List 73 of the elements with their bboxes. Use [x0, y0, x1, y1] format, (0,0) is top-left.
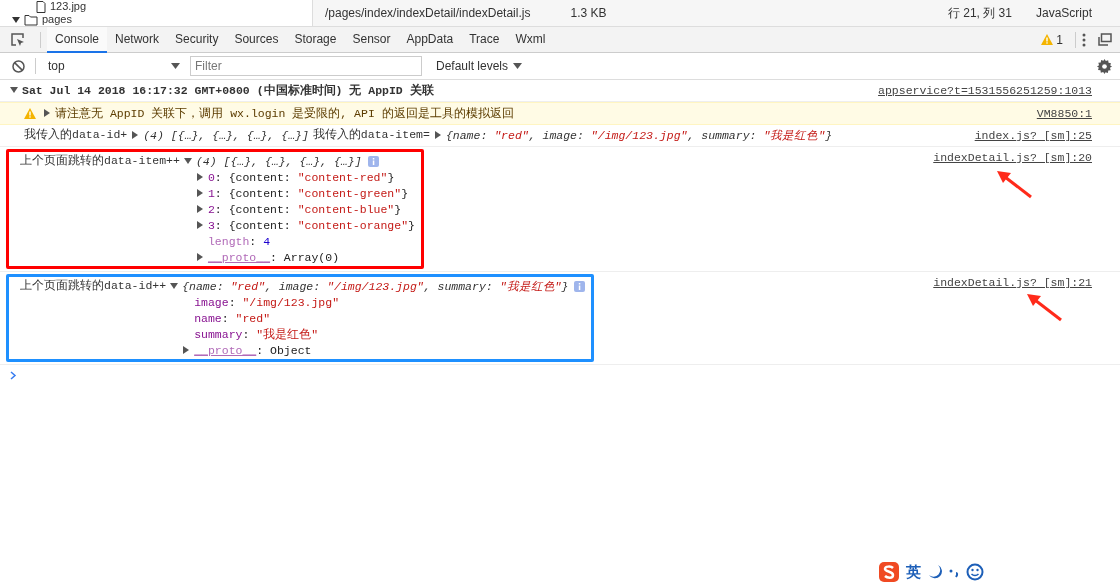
group-title: Sat Jul 14 2018 16:17:32 GMT+0800 (中国标准时间) 无 AppID 关联: [22, 82, 434, 98]
property-row: __proto__: Array(0): [207, 250, 340, 264]
levels-dropdown[interactable]: Default levels: [430, 58, 529, 74]
collapsed-arrow-icon[interactable]: [195, 205, 204, 213]
log-label: 我传入的data-item=: [312, 127, 430, 143]
clear-console-icon[interactable]: [12, 59, 25, 73]
property-row: 2: {content: "content-blue"}: [207, 202, 402, 216]
devtools-tab[interactable]: Sensor: [344, 26, 399, 53]
prompt-icon: [10, 371, 17, 380]
property-row: 1: {content: "content-green"}: [207, 186, 409, 200]
devtools-tab[interactable]: Wxml: [507, 26, 554, 53]
source-link[interactable]: indexDetail.js? [sm]:21: [933, 275, 1092, 291]
collapsed-arrow-icon[interactable]: [131, 131, 140, 139]
source-link[interactable]: indexDetail.js? [sm]:20: [933, 150, 1092, 166]
tree-item[interactable]: 123.jpg: [50, 0, 87, 13]
devtools-tab[interactable]: AppData: [398, 26, 462, 53]
dropdown-arrow-icon: [171, 63, 180, 69]
log-label: 上个页面跳转的data-item++: [20, 153, 180, 169]
property-row: name: "red": [194, 311, 271, 325]
property-row: 3: {content: "content-orange"}: [207, 218, 415, 232]
file-icon: [36, 0, 46, 13]
collapsed-arrow-icon[interactable]: [43, 109, 51, 117]
cursor-position: 行 21, 列 31: [947, 4, 1012, 22]
collapsed-arrow-icon[interactable]: [433, 131, 442, 139]
devtools-tab[interactable]: Console: [47, 26, 108, 53]
log-label: 上个页面跳转的data-id++: [20, 278, 167, 294]
dropdown-arrow-icon: [513, 63, 523, 69]
object-preview[interactable]: {name: "red", image: "/img/123.jpg", summary: "我是红色"}: [182, 278, 569, 294]
undock-icon[interactable]: [1098, 33, 1112, 46]
language-label: JavaScript: [1035, 6, 1092, 20]
language-mode[interactable]: 英: [906, 562, 921, 582]
devtools-tab[interactable]: Sources: [226, 26, 287, 53]
warning-count[interactable]: 1: [1041, 32, 1063, 47]
devtools-tab[interactable]: Storage: [286, 26, 345, 53]
settings-icon[interactable]: [1097, 58, 1112, 74]
property-row: length: 4: [207, 234, 271, 248]
warning-message: 请注意无 AppID 关联下，调用 wx.login 是受限的, API 的返回是工具的模拟返回: [55, 105, 514, 121]
tree-item[interactable]: pages: [42, 13, 72, 26]
collapsed-arrow-icon[interactable]: [182, 346, 191, 354]
expanded-arrow-icon[interactable]: [183, 157, 192, 165]
source-link[interactable]: index.js? [sm]:25: [974, 128, 1092, 144]
moon-icon[interactable]: [928, 564, 942, 580]
property-row: summary: "我是红色": [194, 326, 319, 342]
property-row: image: "/img/123.jpg": [194, 295, 340, 309]
object-preview[interactable]: (4) [{…}, {…}, {…}, {…}]: [143, 128, 309, 142]
collapsed-arrow-icon[interactable]: [195, 221, 204, 229]
devtools-tab[interactable]: Security: [167, 26, 227, 53]
expanded-arrow-icon[interactable]: [170, 282, 179, 290]
file-size: 1.3 KB: [570, 6, 607, 20]
smiley-icon[interactable]: [966, 563, 984, 581]
collapsed-arrow-icon[interactable]: [195, 189, 204, 197]
collapsed-arrow-icon[interactable]: [195, 173, 204, 181]
expanded-arrow-icon[interactable]: [12, 15, 20, 24]
folder-icon: [24, 13, 38, 26]
object-preview[interactable]: {name: "red", image: "/img/123.jpg", summary: "我是红色"}: [445, 127, 833, 143]
inspect-icon[interactable]: [10, 31, 26, 48]
collapsed-arrow-icon[interactable]: [195, 253, 204, 261]
expanded-arrow-icon[interactable]: [10, 86, 18, 94]
devtools-tab[interactable]: Network: [107, 26, 168, 53]
source-link[interactable]: appservice?t=1531556251259:1013: [878, 83, 1092, 99]
warning-icon: [1041, 34, 1054, 45]
warning-icon: [24, 107, 36, 119]
devtools-tab[interactable]: Trace: [461, 26, 508, 53]
source-link[interactable]: VM8850:1: [1036, 106, 1092, 122]
property-row: 0: {content: "content-red"}: [207, 170, 395, 184]
context-dropdown[interactable]: top: [46, 59, 186, 73]
more-options-icon[interactable]: [1082, 32, 1086, 47]
property-row: __proto__: Object: [194, 343, 312, 357]
file-path: /pages/index/indexDetail/indexDetail.js: [325, 6, 531, 20]
object-preview[interactable]: (4) [{…}, {…}, {…}, {…}]: [195, 154, 362, 168]
input-logo-icon[interactable]: [879, 562, 899, 582]
filter-field[interactable]: Filter: [190, 56, 422, 76]
log-label: 我传入的data-id+: [24, 127, 128, 143]
